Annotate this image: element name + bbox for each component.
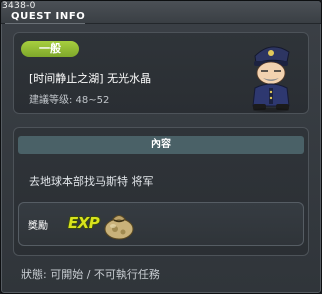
quest-detail-panel: 內容 去地球本部找马斯特 将军 獎勵 EXP — [13, 127, 309, 256]
exp-icon[interactable]: EXP — [68, 214, 100, 232]
quest-type-tag: 一般 — [21, 41, 79, 57]
quest-id: 3438-0 — [2, 1, 36, 11]
police-officer-npc-portrait — [252, 46, 290, 112]
quest-status: 狀態: 可開始 / 不可執行任務 — [21, 268, 160, 281]
title-underline — [5, 23, 85, 24]
money-bag-icon[interactable] — [102, 208, 136, 240]
window-title: QUEST INFO — [11, 11, 86, 22]
reward-box: 獎勵 EXP — [18, 202, 304, 246]
recommended-level: 建議等级: 48~52 — [29, 95, 110, 106]
content-header: 內容 — [18, 136, 304, 154]
quest-info-window: 3438-0 QUEST INFO 一般 [时间静止之湖] 无光水晶 建議等级:… — [0, 0, 322, 294]
quest-summary-panel: 一般 [时间静止之湖] 无光水晶 建議等级: 48~52 — [13, 32, 309, 114]
reward-label: 獎勵 — [28, 221, 48, 232]
quest-name: [时间静止之湖] 无光水晶 — [29, 72, 152, 85]
title-bar[interactable]: 3438-0 QUEST INFO — [1, 1, 321, 24]
quest-description: 去地球本部找马斯特 将军 — [29, 175, 154, 188]
